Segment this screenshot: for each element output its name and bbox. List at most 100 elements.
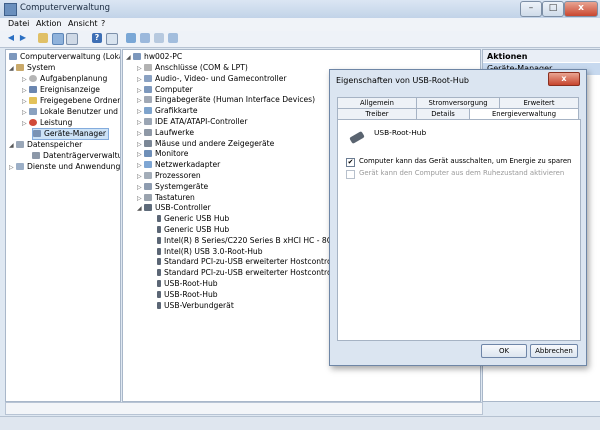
device-category[interactable]: ▷ Anschlüsse (COM & LPT): [137, 63, 248, 74]
usb-device-item[interactable]: USB-Verbundgerät: [157, 301, 234, 311]
device-category-icon: [144, 128, 152, 136]
tree-item-aufgabenplanung[interactable]: ▷ Aufgabenplanung: [22, 74, 107, 85]
navigation-tree: Computerverwaltung (Lokal) ◢ System ▷ Aufg…: [5, 49, 121, 402]
scan-hardware-icon[interactable]: [168, 33, 178, 43]
storage-icon: [16, 141, 24, 148]
horizontal-scrollbar[interactable]: [5, 402, 483, 415]
device-root[interactable]: ◢ hw002-PC: [126, 52, 182, 63]
expand-icon[interactable]: ▷: [22, 86, 29, 96]
minimize-button[interactable]: –: [520, 1, 542, 17]
up-folder-icon[interactable]: [38, 33, 48, 43]
device-category-icon: [144, 161, 152, 169]
allow-power-off-checkbox[interactable]: ✔: [346, 158, 355, 167]
show-tree-icon[interactable]: [52, 33, 64, 45]
usb-device-icon: [157, 215, 161, 223]
ok-button[interactable]: OK: [481, 344, 527, 358]
device-category-icon: [144, 118, 152, 125]
maximize-button[interactable]: □: [542, 1, 564, 17]
update-driver-icon[interactable]: [126, 33, 136, 43]
expand-icon[interactable]: ▷: [22, 97, 29, 107]
expand-icon[interactable]: ▷: [137, 129, 144, 139]
device-category-icon: [144, 96, 152, 104]
tree-system[interactable]: ◢ System: [9, 63, 55, 74]
usb-device-item[interactable]: Standard PCI-zu-USB erweiterter Hostcont…: [157, 268, 344, 278]
tree-item-ereignisanzeige[interactable]: ▷ Ereignisanzeige: [22, 85, 100, 96]
menu-aktion[interactable]: Aktion: [36, 19, 61, 28]
expand-icon[interactable]: ▷: [137, 118, 144, 128]
usb-device-item[interactable]: Intel(R) 8 Series/C220 Series B xHCI HC …: [157, 236, 342, 246]
tree-root[interactable]: Computerverwaltung (Lokal): [9, 52, 120, 62]
tree-services[interactable]: ▷ Dienste und Anwendungen: [9, 162, 120, 173]
device-category[interactable]: ◢ USB-Controller: [137, 203, 211, 214]
expand-icon[interactable]: ▷: [137, 75, 144, 85]
device-category[interactable]: ▷ Netzwerkadapter: [137, 160, 220, 171]
cancel-button[interactable]: Abbrechen: [530, 344, 578, 358]
device-category[interactable]: ▷ Monitore: [137, 149, 188, 160]
usb-device-item[interactable]: Intel(R) USB 3.0-Root-Hub: [157, 247, 263, 257]
device-category[interactable]: ▷ Computer: [137, 85, 193, 96]
properties-icon[interactable]: [66, 33, 78, 45]
usb-device-icon: [157, 269, 161, 277]
expand-icon[interactable]: ▷: [9, 163, 16, 173]
tree-item-datentraegerverwaltung[interactable]: Datenträgerverwaltung: [32, 151, 120, 161]
tree-storage[interactable]: ◢ Datenspeicher: [9, 140, 82, 151]
expand-icon[interactable]: ▷: [137, 161, 144, 171]
device-category[interactable]: ▷ Audio-, Video- und Gamecontroller: [137, 74, 287, 85]
allow-power-off-label: Computer kann das Gerät ausschalten, um …: [359, 157, 572, 165]
expand-icon[interactable]: ▷: [137, 183, 144, 193]
device-category[interactable]: ▷ Eingabegeräte (Human Interface Devices): [137, 95, 315, 106]
device-category[interactable]: ▷ IDE ATA/ATAPI-Controller: [137, 117, 247, 128]
disable-device-icon[interactable]: [140, 33, 150, 43]
device-category[interactable]: ▷ Grafikkarte: [137, 106, 198, 117]
close-button[interactable]: x: [564, 1, 598, 17]
device-category[interactable]: ▷ Mäuse und andere Zeigegeräte: [137, 139, 274, 150]
expand-icon[interactable]: ▷: [137, 194, 144, 204]
uninstall-device-icon[interactable]: [154, 33, 164, 43]
menu-datei[interactable]: Datei: [8, 19, 29, 28]
collapse-icon[interactable]: ◢: [137, 204, 144, 214]
device-category[interactable]: ▷ Laufwerke: [137, 128, 194, 139]
expand-icon[interactable]: ▷: [137, 107, 144, 117]
device-category-icon: [144, 85, 152, 93]
energy-settings-panel: USB-Root-Hub ✔ Computer kann das Gerät a…: [337, 119, 581, 341]
tree-item-lokale-benutzer[interactable]: ▷ Lokale Benutzer und Gr: [22, 107, 120, 118]
menu-help[interactable]: ?: [101, 19, 105, 28]
dialog-close-button[interactable]: x: [548, 72, 580, 86]
forward-arrow-icon[interactable]: ▶: [18, 33, 28, 43]
usb-device-item[interactable]: USB-Root-Hub: [157, 279, 218, 289]
allow-wake-checkbox[interactable]: [346, 170, 355, 179]
expand-icon[interactable]: ▷: [22, 75, 29, 85]
expand-icon[interactable]: ▷: [137, 96, 144, 106]
expand-icon[interactable]: ▷: [137, 86, 144, 96]
expand-icon[interactable]: ▷: [22, 108, 29, 118]
device-category[interactable]: ▷ Prozessoren: [137, 171, 201, 182]
computer-management-icon: [9, 53, 17, 60]
tree-item-freigegebene-ordner[interactable]: ▷ Freigegebene Ordner: [22, 96, 120, 107]
usb-device-item[interactable]: Generic USB Hub: [157, 225, 229, 235]
usb-device-item[interactable]: Generic USB Hub: [157, 214, 229, 224]
device-category[interactable]: ▷ Systemgeräte: [137, 182, 208, 193]
actions-header: Aktionen: [483, 50, 600, 62]
tools-icon: [16, 64, 24, 71]
expand-icon[interactable]: ▷: [137, 140, 144, 150]
back-arrow-icon[interactable]: ◀: [6, 33, 16, 43]
device-manager-icon: [33, 130, 41, 137]
collapse-icon[interactable]: ◢: [9, 64, 16, 74]
expand-icon[interactable]: ▷: [137, 172, 144, 182]
usb-device-item[interactable]: Standard PCI-zu-USB erweiterter Hostcont…: [157, 257, 344, 267]
expand-icon[interactable]: ▷: [137, 150, 144, 160]
expand-icon[interactable]: ▷: [22, 119, 29, 129]
expand-icon[interactable]: ▷: [137, 64, 144, 74]
dialog-title: Eigenschaften von USB-Root-Hub: [336, 76, 469, 85]
help-icon[interactable]: ?: [92, 33, 102, 43]
collapse-icon[interactable]: ◢: [126, 53, 133, 63]
device-category-icon: [144, 150, 152, 158]
menu-ansicht[interactable]: Ansicht: [68, 19, 98, 28]
tree-item-geraete-manager[interactable]: Geräte-Manager: [32, 128, 110, 140]
collapse-icon[interactable]: ◢: [9, 141, 16, 151]
usb-root-hub-properties-dialog: Eigenschaften von USB-Root-Hub x Allgeme…: [329, 69, 587, 366]
view-icon[interactable]: [106, 33, 118, 45]
usb-device-item[interactable]: USB-Root-Hub: [157, 290, 218, 300]
usb-plug-icon: [349, 130, 365, 145]
device-category[interactable]: ▷ Tastaturen: [137, 193, 195, 204]
